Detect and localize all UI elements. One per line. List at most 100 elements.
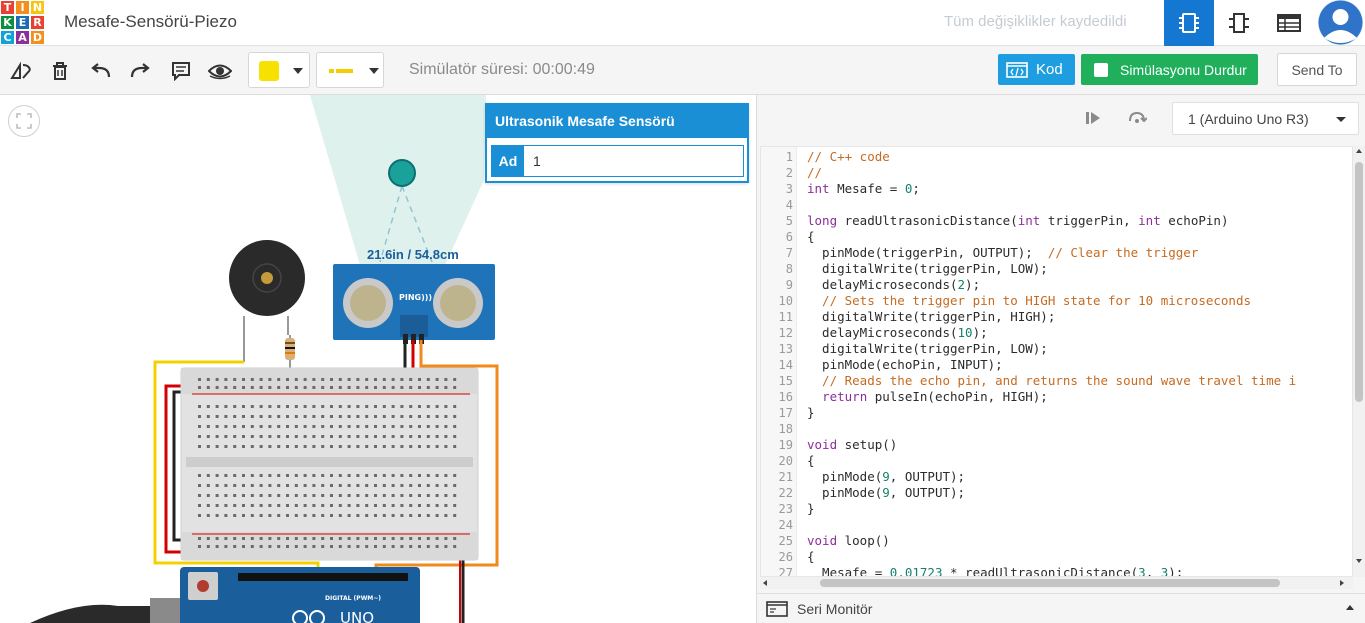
code-line[interactable]: } <box>807 405 815 420</box>
line-number: 20 <box>778 454 793 468</box>
code-token: ); <box>1168 565 1184 577</box>
line-number: 3 <box>785 182 793 196</box>
code-editor[interactable]: 1 2 3 4 5 6 7 8 9 10 11 12 13 14 15 16 17 18 19 20 21 22 23 24 2… <box>760 146 1353 577</box>
step-icon[interactable] <box>1084 109 1102 127</box>
notes-button[interactable] <box>166 56 196 86</box>
line-number: 23 <box>778 502 793 516</box>
component-list-button[interactable] <box>1264 0 1314 46</box>
code-token: return <box>822 389 868 404</box>
code-token: Mesafe = <box>807 565 890 577</box>
code-token: { <box>807 229 815 244</box>
code-line[interactable]: // Reads the echo pin, and returns the s… <box>807 373 1296 388</box>
table-icon <box>1277 14 1301 32</box>
code-panel-header: 1 (Arduino Uno R3) <box>757 95 1365 143</box>
code-line[interactable]: long readUltrasonicDistance(int triggerP… <box>807 213 1228 228</box>
vertical-scroll-thumb[interactable] <box>1355 162 1363 402</box>
tinkercad-logo[interactable]: TINKERCAD <box>0 0 45 45</box>
logo-letter: N <box>30 0 45 15</box>
redo-button[interactable] <box>125 56 155 86</box>
inspector-title: Ultrasonik Mesafe Sensörü <box>487 105 747 138</box>
arduino-uno[interactable]: DIGITAL (PWM~) UNO <box>180 567 420 623</box>
code-token: 9 <box>882 469 890 484</box>
line-style-icon <box>329 69 353 73</box>
code-line[interactable]: delayMicroseconds(10); <box>807 325 988 340</box>
distance-readout: 21.6in / 54.8cm <box>367 247 459 262</box>
project-title[interactable]: Mesafe-Sensörü-Piezo <box>64 12 237 32</box>
wire-color-dropdown[interactable] <box>248 52 310 88</box>
vertical-scrollbar[interactable] <box>1353 146 1365 577</box>
stop-simulation-button[interactable]: Simülasyonu Durdur <box>1081 54 1258 85</box>
schematic-icon <box>1229 13 1249 33</box>
code-line[interactable]: // Sets the trigger pin to HIGH state fo… <box>807 293 1251 308</box>
serial-monitor-bar[interactable]: Seri Monitör <box>757 593 1365 623</box>
line-number: 22 <box>778 486 793 500</box>
line-number: 2 <box>785 166 793 180</box>
top-bar: TINKERCAD Mesafe-Sensörü-Piezo Tüm değiş… <box>0 0 1365 46</box>
eye-icon <box>208 64 232 80</box>
serial-monitor-label: Seri Monitör <box>797 600 873 617</box>
board-select[interactable]: 1 (Arduino Uno R3) <box>1172 102 1359 135</box>
code-line[interactable]: // <box>807 165 822 180</box>
scroll-left-icon <box>763 580 767 586</box>
logo-letter: K <box>0 15 15 30</box>
horizontal-scrollbar[interactable] <box>760 577 1353 589</box>
ultrasonic-sensor[interactable]: PING))) <box>333 264 495 344</box>
code-token: int <box>1138 213 1161 228</box>
name-field-label: Ad <box>492 146 524 176</box>
line-number: 19 <box>778 438 793 452</box>
code-line[interactable]: pinMode(9, OUTPUT); <box>807 485 965 500</box>
user-avatar[interactable] <box>1318 0 1363 45</box>
color-swatch <box>259 61 279 81</box>
code-token: , OUTPUT); <box>889 469 966 484</box>
line-number: 7 <box>785 246 793 260</box>
code-icon <box>1006 61 1028 78</box>
code-line[interactable]: { <box>807 229 815 244</box>
code-line[interactable]: } <box>807 501 815 516</box>
code-button[interactable]: Kod <box>998 54 1075 85</box>
logo-letter: A <box>15 30 30 45</box>
rotate-button[interactable] <box>6 56 36 86</box>
send-to-button[interactable]: Send To <box>1277 53 1357 86</box>
code-line[interactable]: pinMode(triggerPin, OUTPUT); // Clear th… <box>807 245 1198 260</box>
name-field[interactable]: Ad 1 <box>491 145 744 177</box>
breadboard[interactable] <box>180 367 479 561</box>
code-line[interactable]: pinMode(9, OUTPUT); <box>807 469 965 484</box>
logo-letter: I <box>15 0 30 15</box>
code-line[interactable]: Mesafe = 0.01723 * readUltrasonicDistanc… <box>807 565 1184 577</box>
code-line[interactable]: // C++ code <box>807 149 890 164</box>
line-number: 11 <box>778 310 793 324</box>
line-number: 4 <box>785 198 793 212</box>
wire-style-dropdown[interactable] <box>316 52 384 88</box>
code-line[interactable]: void setup() <box>807 437 897 452</box>
code-token: pulseIn(echoPin, HIGH); <box>867 389 1048 404</box>
target-object[interactable] <box>388 159 416 187</box>
horizontal-scroll-thumb[interactable] <box>820 579 1280 587</box>
code-line[interactable]: pinMode(echoPin, INPUT); <box>807 357 1003 372</box>
delete-button[interactable] <box>45 56 75 86</box>
schematic-view-button[interactable] <box>1214 0 1264 46</box>
toolbar: Simülatör süresi: 00:00:49 Kod Simülasyo… <box>0 46 1365 95</box>
note-icon <box>172 62 190 81</box>
code-line[interactable]: int Mesafe = 0; <box>807 181 920 196</box>
chevron-up-icon[interactable] <box>1346 605 1354 610</box>
code-token: { <box>807 453 815 468</box>
code-token: void <box>807 437 838 452</box>
name-field-value[interactable]: 1 <box>524 146 541 176</box>
code-line[interactable]: digitalWrite(triggerPin, HIGH); <box>807 309 1055 324</box>
code-line[interactable]: digitalWrite(triggerPin, LOW); <box>807 341 1048 356</box>
restart-icon[interactable] <box>1127 109 1147 127</box>
code-token: void <box>807 533 838 548</box>
logo-letter: T <box>0 0 15 15</box>
code-line[interactable]: digitalWrite(triggerPin, LOW); <box>807 261 1048 276</box>
code-token: ; <box>912 181 920 196</box>
code-line[interactable]: { <box>807 549 815 564</box>
code-token: Mesafe = <box>829 181 905 196</box>
scroll-up-icon <box>1356 149 1362 153</box>
visibility-button[interactable] <box>205 56 235 86</box>
code-line[interactable]: { <box>807 453 815 468</box>
code-line[interactable]: return pulseIn(echoPin, HIGH); <box>807 389 1048 404</box>
undo-button[interactable] <box>86 56 116 86</box>
circuit-view-button[interactable] <box>1164 0 1214 46</box>
code-line[interactable]: delayMicroseconds(2); <box>807 277 980 292</box>
code-line[interactable]: void loop() <box>807 533 890 548</box>
